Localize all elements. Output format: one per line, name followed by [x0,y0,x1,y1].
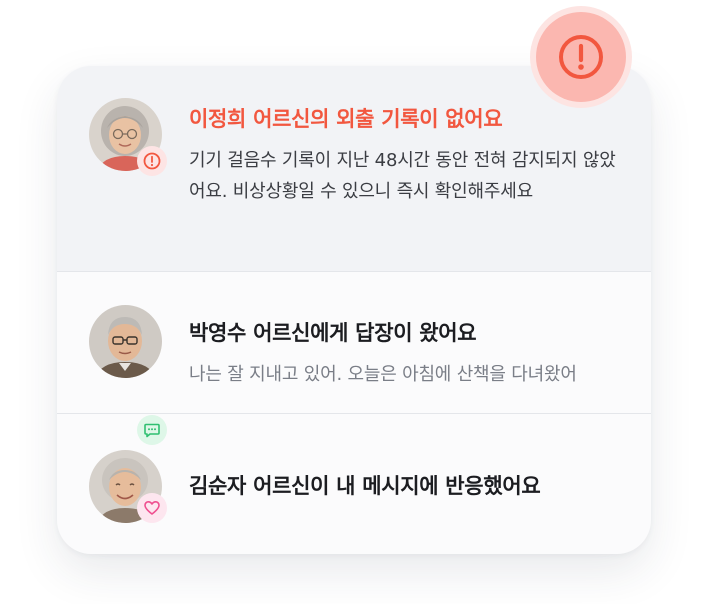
heart-icon [144,501,160,515]
notification-item-reaction[interactable]: 김순자 어르신이 내 메시지에 반응했어요 [57,414,651,554]
notification-title: 김순자 어르신이 내 메시지에 반응했어요 [189,474,541,498]
alert-bubble [530,6,632,108]
alert-icon [143,152,161,170]
notification-title: 이정희 어르신의 외출 기록이 없어요 [189,107,503,131]
exclamation-circle-icon [559,35,603,79]
notification-card: 이정희 어르신의 외출 기록이 없어요 기기 걸음수 기록이 지난 48시간 동… [57,66,651,554]
elderly-man-avatar-icon [89,305,162,378]
notification-body: 기기 걸음수 기록이 지난 48시간 동안 전혀 감지되지 않았어요. 비상상황… [189,150,616,202]
avatar [89,305,162,378]
notification-item-reply[interactable]: 박영수 어르신에게 답장이 왔어요 나는 잘 지내고 있어. 오늘은 아침에 산… [57,272,651,445]
notification-stage: 이정희 어르신의 외출 기록이 없어요 기기 걸음수 기록이 지난 48시간 동… [0,0,708,604]
alert-badge [137,146,167,176]
message-preview: 나는 잘 지내고 있어. 오늘은 아침에 산책을 다녀왔어 [189,364,577,385]
notification-title: 박영수 어르신에게 답장이 왔어요 [189,321,477,345]
reaction-badge [137,493,167,523]
alert-bubble-inner [536,12,626,102]
